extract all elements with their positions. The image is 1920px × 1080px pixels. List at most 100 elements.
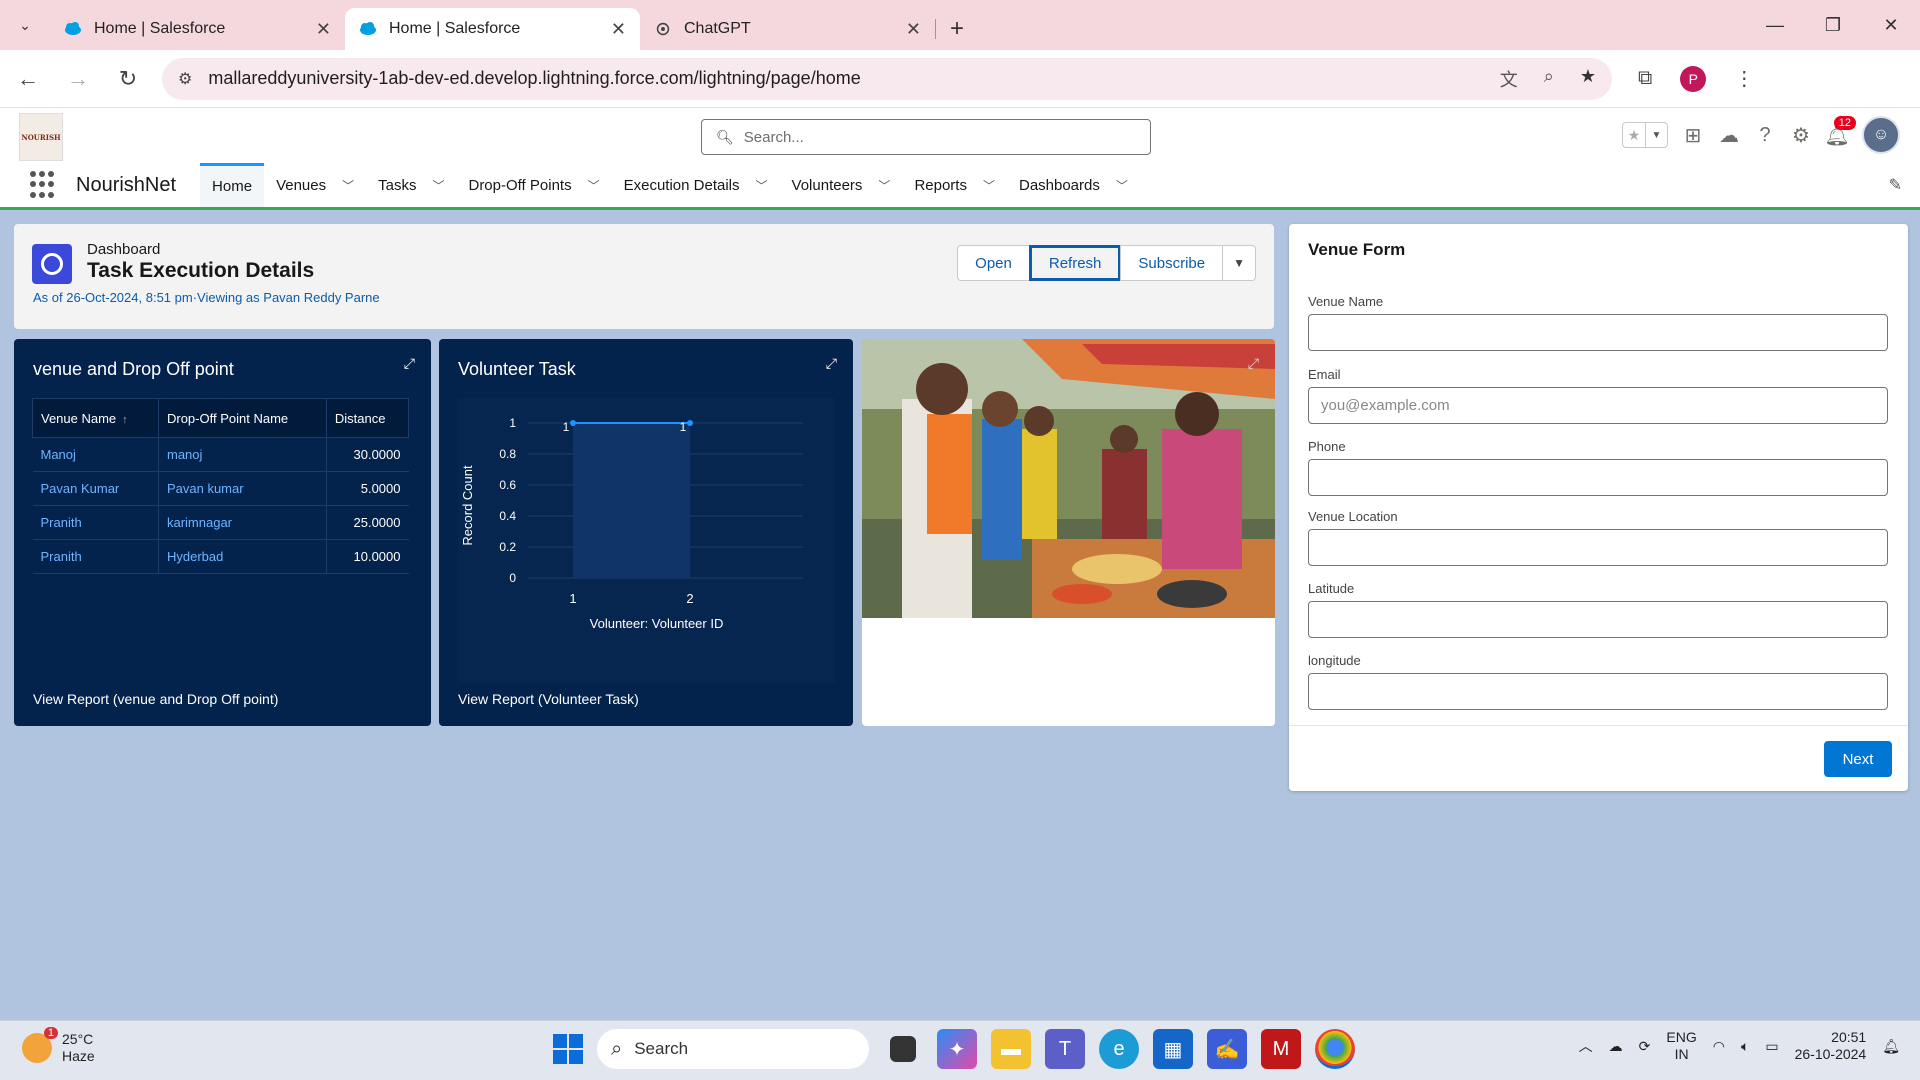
view-report-link[interactable]: View Report (Volunteer Task) [458, 691, 639, 707]
phone-input[interactable] [1308, 459, 1888, 496]
close-tab-icon[interactable]: ✕ [906, 19, 921, 40]
venue-link[interactable]: Pranith [32, 539, 159, 574]
user-avatar[interactable]: ☺ [1862, 116, 1900, 154]
windows-start-icon[interactable] [553, 1034, 583, 1064]
next-button[interactable]: Next [1824, 741, 1892, 777]
view-report-link[interactable]: View Report (venue and Drop Off point) [33, 691, 278, 707]
weather-widget[interactable]: 1 25°C Haze [22, 1027, 95, 1065]
close-window-icon[interactable]: ✕ [1862, 0, 1920, 50]
url-text[interactable]: mallareddyuniversity-1ab-dev-ed.develop.… [208, 68, 1499, 89]
email-input[interactable]: you@example.com [1308, 387, 1888, 424]
edit-nav-pencil-icon[interactable]: ✎ [1889, 175, 1902, 195]
new-tab-plus-icon[interactable]: + [936, 8, 978, 50]
column-header-venue-name[interactable]: Venue Name ↑ [32, 398, 159, 438]
chrome-icon[interactable] [1315, 1029, 1355, 1069]
chevron-down-icon[interactable]: ﹀ [588, 177, 600, 194]
translate-icon[interactable]: 文 [1500, 66, 1518, 92]
chevron-down-icon[interactable]: ﹀ [878, 177, 890, 194]
wifi-icon[interactable]: ◠ [1713, 1038, 1725, 1055]
venue-link[interactable]: Pavan Kumar [32, 471, 159, 506]
tab-search-chevron-icon[interactable]: ⌄ [0, 0, 50, 50]
battery-icon[interactable]: ▭ [1765, 1038, 1778, 1055]
chevron-down-icon[interactable]: ﹀ [432, 177, 444, 194]
nav-item-drop-off-points[interactable]: Drop-Off Points ﹀ [456, 163, 611, 207]
clock[interactable]: 20:51 26-10-2024 [1795, 1029, 1867, 1063]
drop-off-link[interactable]: manoj [157, 437, 327, 472]
zoom-icon[interactable]: ⌕ [1544, 66, 1554, 92]
trailhead-icon[interactable]: ☁ [1718, 124, 1740, 147]
drop-off-link[interactable]: karimnagar [157, 505, 327, 540]
latitude-input[interactable] [1308, 601, 1888, 638]
forward-arrow-icon[interactable]: → [56, 57, 100, 101]
expand-icon[interactable]: ⤢ [1248, 355, 1259, 372]
drop-off-link[interactable]: Hyderbad [157, 539, 327, 574]
whiteboard-icon[interactable]: ✍ [1207, 1029, 1247, 1069]
restore-icon[interactable]: ❐ [1804, 0, 1862, 50]
copilot-icon[interactable]: ✦ [937, 1029, 977, 1069]
chevron-down-icon[interactable]: ﹀ [983, 177, 995, 194]
column-header-drop-off-point[interactable]: Drop-Off Point Name [157, 398, 327, 438]
global-search-input[interactable]: 🔍︎ Search... [701, 119, 1151, 155]
taskbar-search[interactable]: ⌕ Search [597, 1029, 869, 1069]
volume-icon[interactable]: 🔈︎ [1741, 1038, 1749, 1055]
chevron-down-icon[interactable]: ﹀ [1116, 177, 1128, 194]
close-tab-icon[interactable]: ✕ [611, 19, 626, 40]
expand-icon[interactable]: ⤢ [826, 355, 837, 372]
mcafee-icon[interactable]: M [1261, 1029, 1301, 1069]
more-actions-dropdown-icon[interactable]: ▼ [1222, 245, 1256, 281]
minimize-icon[interactable]: — [1746, 0, 1804, 50]
chevron-down-icon[interactable]: ﹀ [756, 177, 768, 194]
expand-icon[interactable]: ⤢ [404, 355, 415, 372]
address-bar[interactable]: ⚙ mallareddyuniversity-1ab-dev-ed.develo… [162, 57, 1612, 100]
longitude-input[interactable] [1308, 673, 1888, 710]
subscribe-button[interactable]: Subscribe [1120, 245, 1224, 281]
browser-tab-active[interactable]: Home | Salesforce ✕ [345, 8, 640, 50]
close-tab-icon[interactable]: ✕ [316, 19, 331, 40]
chevron-down-icon[interactable]: ﹀ [342, 177, 354, 194]
back-arrow-icon[interactable]: ← [6, 57, 50, 101]
extensions-puzzle-icon[interactable]: ⧉ [1638, 67, 1652, 90]
nav-item-venues[interactable]: Venues ﹀ [264, 163, 366, 207]
store-icon[interactable]: ▦ [1153, 1029, 1193, 1069]
profile-avatar[interactable]: P [1680, 65, 1707, 92]
venue-link[interactable]: Pranith [32, 505, 159, 540]
refresh-button[interactable]: Refresh [1028, 245, 1122, 281]
favorites-dropdown-icon[interactable]: ▼ [1645, 123, 1667, 147]
onedrive-cloud-icon[interactable]: ☁ [1609, 1038, 1623, 1055]
help-icon[interactable]: ? [1754, 124, 1776, 146]
file-explorer-icon[interactable]: ▬ [991, 1029, 1031, 1069]
notification-bell-icon[interactable]: 🔔︎ [1882, 1038, 1900, 1055]
venue-name-input[interactable] [1308, 314, 1888, 351]
nav-item-tasks[interactable]: Tasks ﹀ [366, 163, 456, 207]
favorites-control[interactable]: ★ ▼ [1622, 122, 1668, 148]
nav-item-volunteers[interactable]: Volunteers ﹀ [780, 163, 903, 207]
show-hidden-icons-chevron-icon[interactable]: ︿ [1579, 1036, 1593, 1056]
bookmark-star-icon[interactable]: ★ [1580, 66, 1596, 92]
language-indicator[interactable]: ENG IN [1666, 1029, 1696, 1063]
drop-off-link[interactable]: Pavan kumar [157, 471, 327, 506]
site-info-icon[interactable]: ⚙ [178, 69, 192, 89]
notifications-bell-icon[interactable]: 🔔︎ 12 [1824, 116, 1856, 147]
task-view-icon[interactable] [890, 1036, 916, 1062]
reload-icon[interactable]: ↻ [106, 57, 150, 101]
open-button[interactable]: Open [957, 245, 1030, 281]
setup-gear-icon[interactable]: ⚙ [1790, 124, 1812, 147]
nav-item-dashboards[interactable]: Dashboards ﹀ [1007, 163, 1140, 207]
column-header-distance[interactable]: Distance [325, 398, 410, 438]
browser-tab[interactable]: Home | Salesforce ✕ [50, 8, 345, 50]
venue-link[interactable]: Manoj [32, 437, 159, 472]
app-launcher-icon[interactable] [30, 171, 58, 199]
browser-tab[interactable]: ChatGPT ✕ [640, 8, 935, 50]
nav-item-reports[interactable]: Reports ﹀ [902, 163, 1007, 207]
nav-item-home[interactable]: Home [200, 163, 265, 207]
nourish-logo[interactable]: NOURISH [19, 113, 63, 161]
edge-icon[interactable]: e [1099, 1029, 1139, 1069]
sync-icon[interactable]: ⟳ [1639, 1038, 1651, 1055]
global-actions-plus-icon[interactable]: ⊞ [1682, 124, 1704, 147]
browser-menu-icon[interactable]: ⋮ [1734, 66, 1754, 91]
table-row: Pranith Hyderbad 10.0000 [32, 539, 409, 574]
teams-icon[interactable]: T [1045, 1029, 1085, 1069]
venue-location-input[interactable] [1308, 529, 1888, 566]
nav-item-execution-details[interactable]: Execution Details ﹀ [612, 163, 780, 207]
favorite-star-icon[interactable]: ★ [1623, 123, 1645, 147]
